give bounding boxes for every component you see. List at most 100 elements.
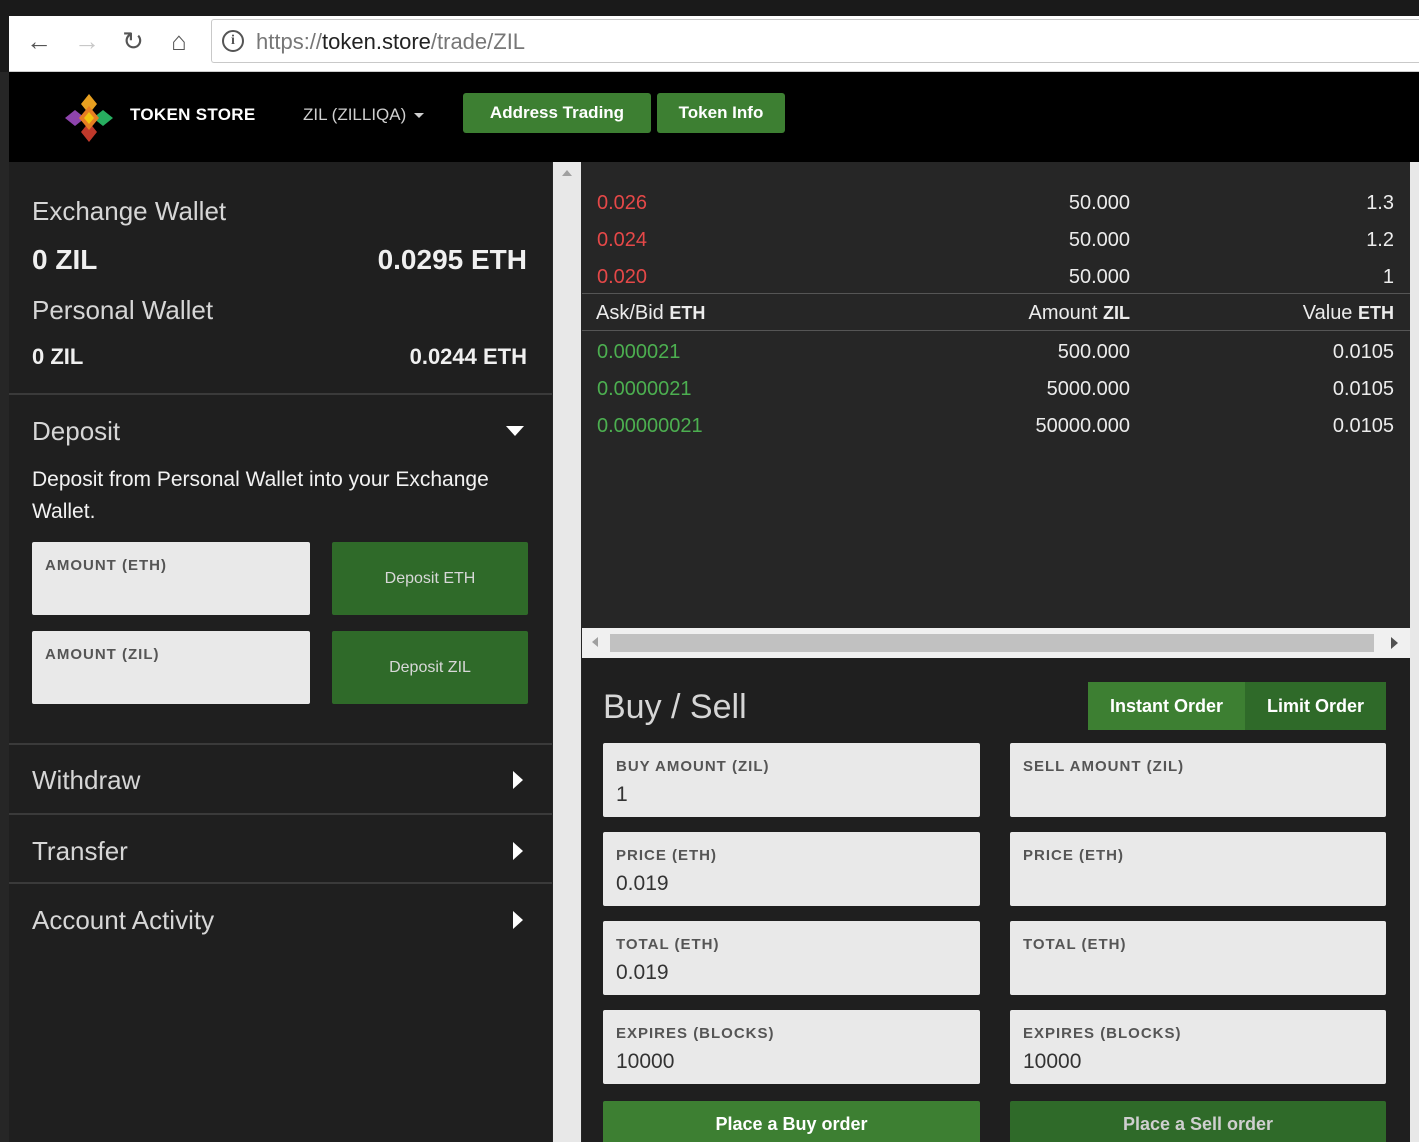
ask-row[interactable]: 0.020 50.000 1 xyxy=(582,257,1410,294)
buy-total-input[interactable]: TOTAL (ETH) 0.019 xyxy=(603,921,980,995)
deposit-eth-button[interactable]: Deposit ETH xyxy=(332,542,528,615)
field-value: 0.019 xyxy=(616,961,669,984)
field-value: 10000 xyxy=(1023,1050,1082,1073)
orderbook-vertical-scrollbar[interactable] xyxy=(553,162,581,1142)
ask-price: 0.024 xyxy=(597,229,648,251)
field-label: EXPIRES (BLOCKS) xyxy=(1023,1025,1182,1042)
personal-wallet-title: Personal Wallet xyxy=(32,295,214,325)
ask-price: 0.020 xyxy=(597,266,648,288)
bid-value: 0.0105 xyxy=(1332,341,1394,363)
field-value: 10000 xyxy=(616,1050,675,1073)
chevron-right-icon[interactable] xyxy=(513,911,523,929)
field-label: BUY AMOUNT (ZIL) xyxy=(616,758,770,775)
place-sell-order-button[interactable]: Place a Sell order xyxy=(1010,1101,1386,1142)
buy-expires-input[interactable]: EXPIRES (BLOCKS) 10000 xyxy=(603,1010,980,1084)
bid-price: 0.00000021 xyxy=(597,415,703,437)
limit-order-tab[interactable]: Limit Order xyxy=(1245,682,1386,730)
field-label: TOTAL (ETH) xyxy=(1023,936,1127,953)
divider xyxy=(9,882,552,884)
buy-sell-panel: Buy / Sell Instant Order Limit Order BUY… xyxy=(582,658,1410,1142)
deposit-description: Deposit from Personal Wallet into your E… xyxy=(32,468,489,523)
field-label: AMOUNT (ZIL) xyxy=(45,646,160,663)
scrollbar-thumb[interactable] xyxy=(610,634,1374,652)
forward-icon[interactable]: → xyxy=(71,26,103,56)
price-header-unit: ETH xyxy=(669,303,706,323)
field-label: AMOUNT (ETH) xyxy=(45,557,167,574)
divider xyxy=(9,813,552,815)
token-selector-label: ZIL (ZILLIQA) xyxy=(303,105,407,124)
sell-amount-input[interactable]: SELL AMOUNT (ZIL) xyxy=(1010,743,1386,817)
bid-row[interactable]: 0.00000021 50000.000 0.0105 xyxy=(582,406,1410,443)
home-icon[interactable]: ⌂ xyxy=(163,26,195,56)
token-info-button[interactable]: Token Info xyxy=(657,93,785,133)
price-column-header: Ask/Bid ETH xyxy=(596,302,705,325)
exchange-eth-balance: 0.0295 ETH xyxy=(377,244,527,275)
browser-toolbar: ← → ↻ ⌂ i https://token.store/trade/ZIL xyxy=(0,0,1419,72)
ask-value: 1 xyxy=(1382,266,1394,288)
bid-amount: 50000.000 xyxy=(1035,415,1130,437)
bid-row[interactable]: 0.0000021 5000.000 0.0105 xyxy=(582,369,1410,406)
sell-price-input[interactable]: PRICE (ETH) xyxy=(1010,832,1386,906)
chevron-right-icon[interactable] xyxy=(513,771,523,789)
info-icon[interactable]: i xyxy=(222,30,244,52)
wallet-sidebar: Exchange Wallet 0 ZIL 0.0295 ETH Persona… xyxy=(9,162,552,1142)
bid-amount: 500.000 xyxy=(1057,341,1130,363)
field-label: SELL AMOUNT (ZIL) xyxy=(1023,758,1185,775)
ask-value: 1.2 xyxy=(1366,229,1394,251)
orderbook-horizontal-scrollbar[interactable] xyxy=(582,628,1410,658)
exchange-wallet-title: Exchange Wallet xyxy=(32,196,227,226)
amount-header-label: Amount xyxy=(1028,302,1098,324)
bid-value: 0.0105 xyxy=(1332,378,1394,400)
scroll-left-icon[interactable] xyxy=(592,637,598,647)
token-store-logo-icon[interactable] xyxy=(63,92,115,144)
value-column-header: Value ETH xyxy=(1303,302,1394,325)
deposit-section-title[interactable]: Deposit xyxy=(32,416,120,447)
field-label: EXPIRES (BLOCKS) xyxy=(616,1025,775,1042)
order-book: 0.026 50.000 1.3 0.024 50.000 1.2 0.020 … xyxy=(582,162,1410,628)
caret-down-icon[interactable] xyxy=(506,426,524,436)
url-scheme: https:// xyxy=(256,29,323,54)
bid-price: 0.000021 xyxy=(597,341,681,363)
buy-amount-input[interactable]: BUY AMOUNT (ZIL) 1 xyxy=(603,743,980,817)
buy-price-input[interactable]: PRICE (ETH) 0.019 xyxy=(603,832,980,906)
url-text[interactable]: https://token.store/trade/ZIL xyxy=(256,29,525,55)
scroll-right-icon[interactable] xyxy=(1391,637,1398,649)
deposit-zil-amount-input[interactable]: AMOUNT (ZIL) xyxy=(32,631,310,704)
back-icon[interactable]: ← xyxy=(23,26,55,56)
bid-row[interactable]: 0.000021 500.000 0.0105 xyxy=(582,332,1410,369)
value-header-unit: ETH xyxy=(1358,303,1394,323)
caret-down-icon xyxy=(414,113,425,119)
ask-amount: 50.000 xyxy=(1068,192,1130,214)
instant-order-tab[interactable]: Instant Order xyxy=(1088,682,1245,730)
amount-column-header: Amount ZIL xyxy=(1029,302,1131,325)
page-scrollbar[interactable] xyxy=(1410,162,1419,1142)
deposit-zil-button[interactable]: Deposit ZIL xyxy=(332,631,528,704)
sell-expires-input[interactable]: EXPIRES (BLOCKS) 10000 xyxy=(1010,1010,1386,1084)
ask-row[interactable]: 0.024 50.000 1.2 xyxy=(582,220,1410,257)
chevron-right-icon[interactable] xyxy=(513,842,523,860)
place-buy-order-button[interactable]: Place a Buy order xyxy=(603,1101,980,1142)
deposit-eth-amount-input[interactable]: AMOUNT (ETH) xyxy=(32,542,310,615)
transfer-section-title[interactable]: Transfer xyxy=(32,836,128,867)
token-selector[interactable]: ZIL (ZILLIQA) xyxy=(303,105,425,125)
scroll-up-icon[interactable] xyxy=(562,170,572,176)
address-trading-button[interactable]: Address Trading xyxy=(463,93,651,133)
url-host: token.store xyxy=(322,29,431,54)
personal-token-balance: 0 ZIL xyxy=(32,344,84,369)
reload-icon[interactable]: ↻ xyxy=(117,26,149,56)
withdraw-section-title[interactable]: Withdraw xyxy=(32,765,140,796)
field-label: PRICE (ETH) xyxy=(616,847,717,864)
order-book-header: Ask/Bid ETH Amount ZIL Value ETH xyxy=(582,293,1410,331)
app-header: TOKEN STORE ZIL (ZILLIQA) Address Tradin… xyxy=(9,72,1419,162)
sell-total-input[interactable]: TOTAL (ETH) xyxy=(1010,921,1386,995)
account-activity-section-title[interactable]: Account Activity xyxy=(32,905,214,936)
brand-name[interactable]: TOKEN STORE xyxy=(130,105,255,125)
ask-row[interactable]: 0.026 50.000 1.3 xyxy=(582,183,1410,220)
buy-sell-title: Buy / Sell xyxy=(603,688,747,726)
url-path: /trade/ZIL xyxy=(430,29,526,54)
address-bar[interactable]: i https://token.store/trade/ZIL xyxy=(211,19,1419,63)
bid-price: 0.0000021 xyxy=(597,378,692,400)
ask-amount: 50.000 xyxy=(1068,229,1130,251)
browser-nav: ← → ↻ ⌂ i https://token.store/trade/ZIL xyxy=(9,16,1419,72)
amount-header-unit: ZIL xyxy=(1103,303,1130,323)
